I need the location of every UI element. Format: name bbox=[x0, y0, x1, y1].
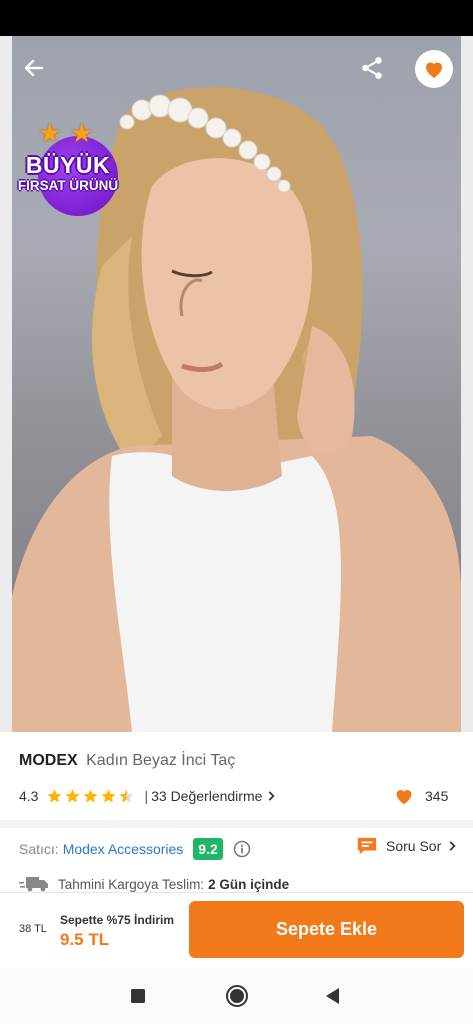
shipping-label: Tahmini Kargoya Teslim: bbox=[58, 876, 205, 892]
section-divider bbox=[0, 820, 473, 828]
seller-row: Satıcı: Modex Accessories 9.2 bbox=[19, 838, 251, 860]
truck-icon bbox=[19, 877, 48, 892]
like-count-value: 345 bbox=[425, 788, 449, 804]
rating-stars bbox=[46, 788, 136, 804]
back-arrow-icon bbox=[24, 59, 44, 77]
star-icon bbox=[47, 789, 62, 803]
info-icon[interactable] bbox=[233, 840, 251, 858]
ask-question-label: Soru Sor bbox=[386, 838, 442, 854]
purchase-bar: 38 TL Sepette %75 İndirim 9.5 TL Sepete … bbox=[0, 892, 473, 968]
system-nav-bar bbox=[0, 968, 473, 1024]
home-button[interactable] bbox=[225, 984, 249, 1008]
add-to-cart-button[interactable]: Sepete Ekle bbox=[189, 901, 464, 958]
badge-title: BÜYÜK bbox=[25, 152, 111, 178]
share-button[interactable] bbox=[354, 50, 390, 86]
reviews-link[interactable]: | 33 Değerlendirme bbox=[144, 788, 278, 804]
star-icon: ★ bbox=[38, 118, 62, 148]
home-circle-icon bbox=[226, 985, 248, 1007]
square-nav-icon bbox=[131, 989, 145, 1003]
brand-name[interactable]: MODEX bbox=[19, 752, 78, 769]
seller-label: Satıcı: bbox=[19, 841, 59, 857]
recents-button[interactable] bbox=[126, 984, 150, 1008]
product-title: MODEX Kadın Beyaz İnci Taç bbox=[19, 752, 235, 770]
seller-score-badge: 9.2 bbox=[193, 838, 223, 860]
star-icon bbox=[83, 789, 98, 803]
status-bar bbox=[0, 0, 473, 36]
badge-subtitle: FIRSAT ÜRÜNÜ bbox=[17, 178, 119, 193]
rating-value: 4.3 bbox=[19, 788, 39, 804]
system-back-button[interactable] bbox=[321, 984, 345, 1008]
star-icon bbox=[101, 789, 116, 803]
back-triangle-icon bbox=[326, 988, 339, 1004]
new-price: 9.5 TL bbox=[60, 930, 110, 949]
rating-row: 4.3 | 33 Değerlendirme bbox=[19, 788, 278, 804]
shipping-days: 2 Gün içinde bbox=[208, 876, 290, 892]
back-button[interactable] bbox=[16, 50, 52, 86]
star-icon bbox=[65, 789, 80, 803]
separator: | bbox=[144, 788, 149, 804]
old-price: 38 TL bbox=[19, 923, 47, 935]
heart-icon bbox=[396, 790, 412, 805]
share-icon bbox=[362, 57, 382, 79]
top-app-bar bbox=[0, 36, 473, 102]
seller-name-link[interactable]: Modex Accessories bbox=[63, 841, 184, 857]
favorite-button[interactable] bbox=[415, 50, 453, 88]
chevron-right-icon bbox=[269, 791, 275, 801]
product-name: Kadın Beyaz İnci Taç bbox=[86, 752, 236, 769]
half-star-icon bbox=[119, 789, 134, 803]
shipping-estimate: Tahmini Kargoya Teslim: 2 Gün içinde bbox=[19, 876, 289, 892]
chevron-right-icon bbox=[449, 841, 456, 851]
promo-text: Sepette %75 İndirim bbox=[60, 913, 175, 927]
star-icon: ★ bbox=[70, 118, 94, 148]
big-deal-badge: ★ ★ BÜYÜK FIRSAT ÜRÜNÜ bbox=[12, 118, 124, 216]
review-count: 33 Değerlendirme bbox=[151, 788, 263, 804]
chat-icon bbox=[357, 837, 377, 855]
heart-icon bbox=[426, 62, 442, 78]
like-count[interactable]: 345 bbox=[393, 785, 448, 807]
ask-question-button[interactable]: Soru Sor bbox=[356, 836, 467, 856]
